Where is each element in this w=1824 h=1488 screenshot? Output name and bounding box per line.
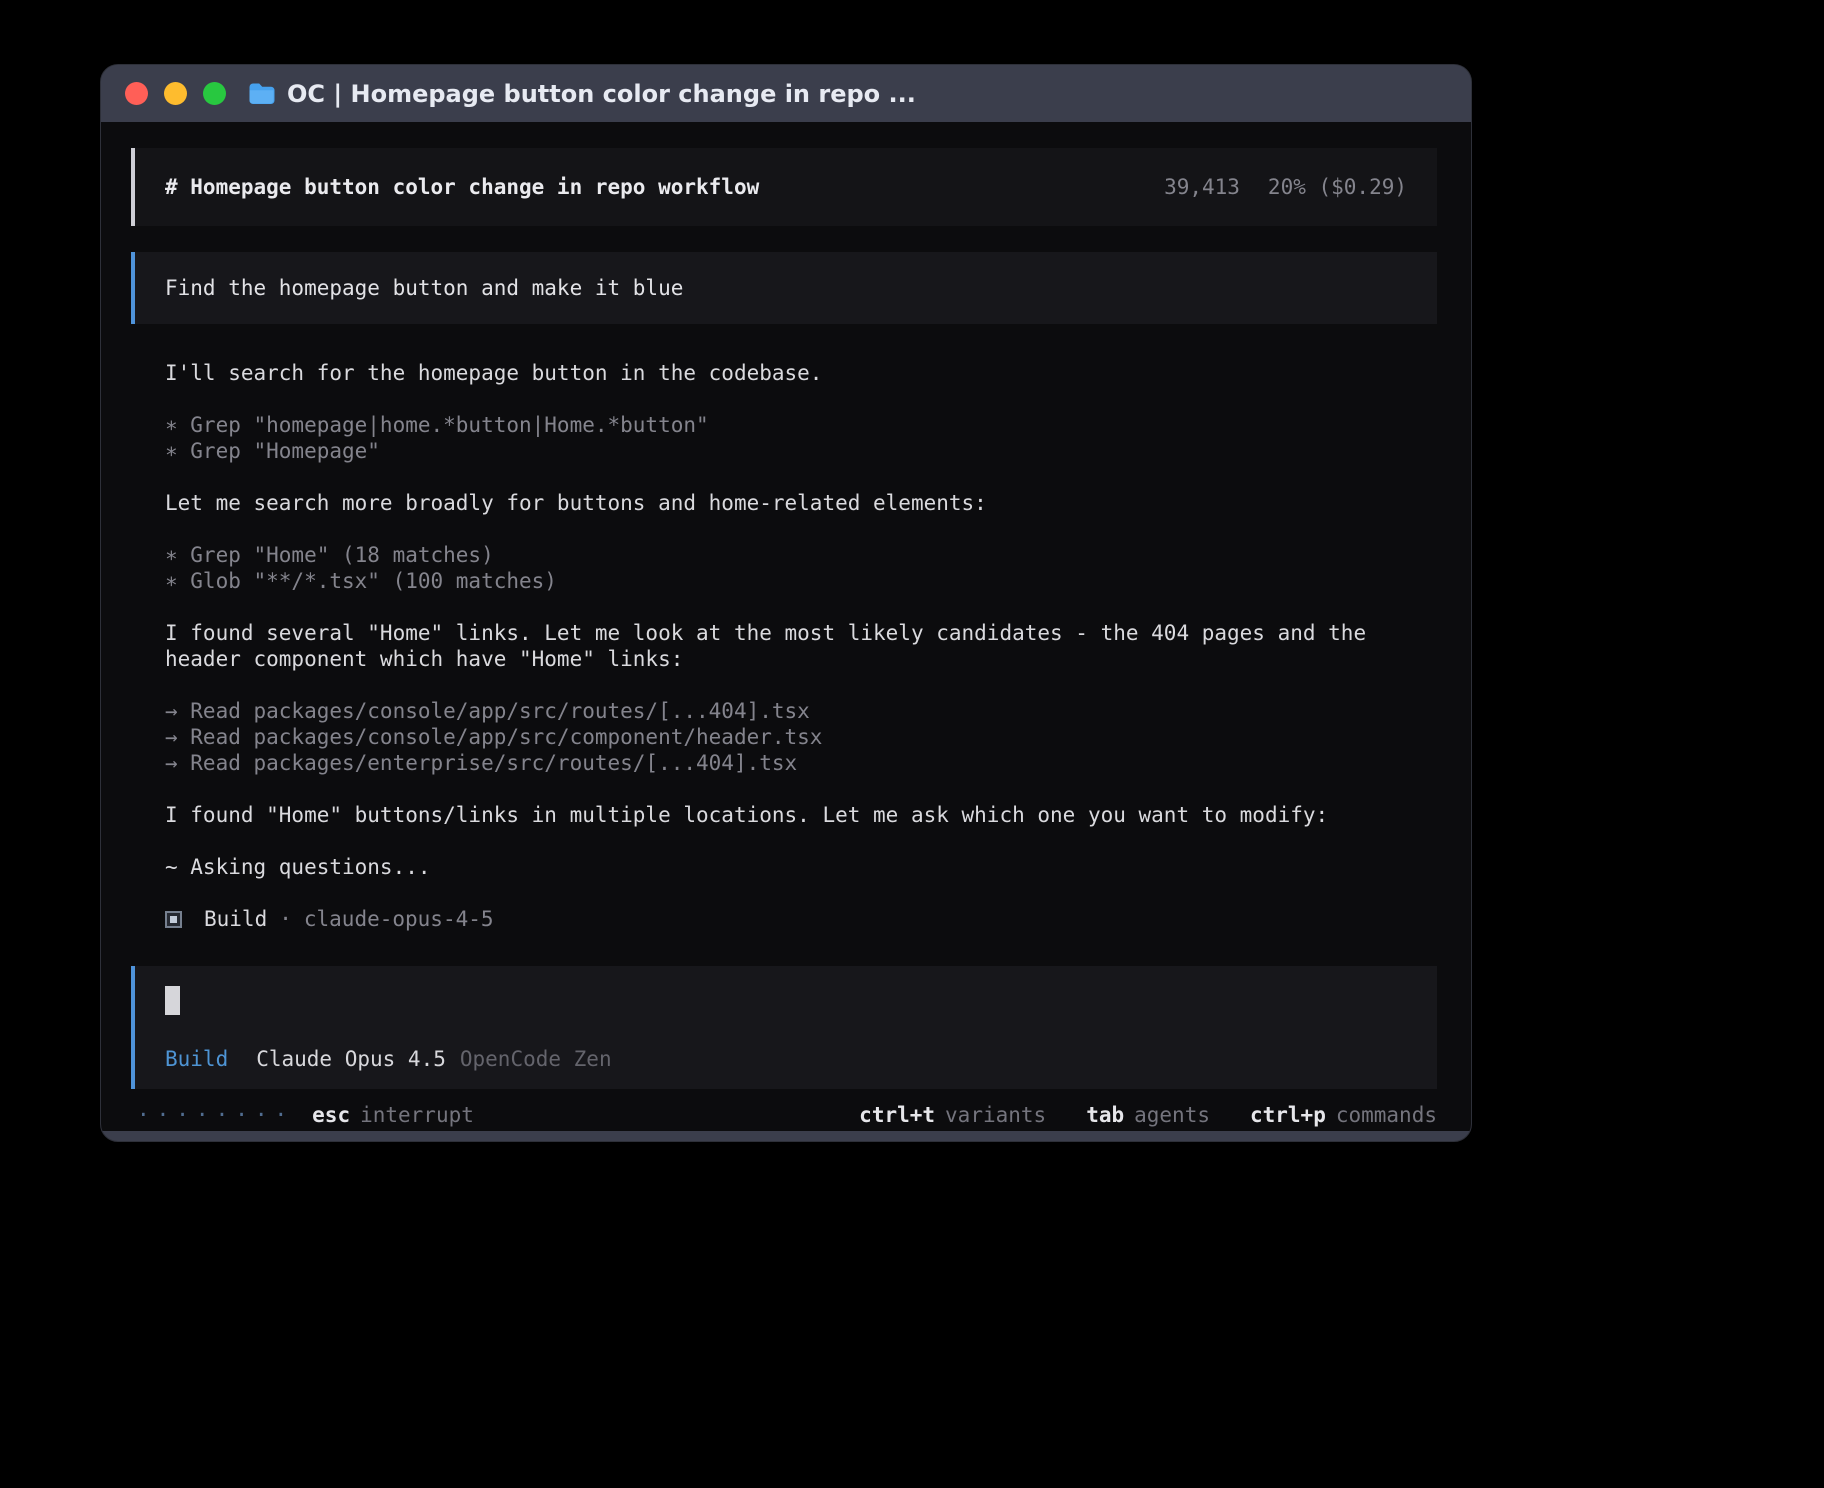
agent-model: claude-opus-4-5 xyxy=(304,906,494,932)
tool-call-group: → Read packages/console/app/src/routes/[… xyxy=(165,698,1437,776)
hint-label: commands xyxy=(1336,1102,1437,1128)
tool-call-read: → Read packages/enterprise/src/routes/[.… xyxy=(165,750,1437,776)
input-mode-label: Build xyxy=(165,1047,228,1071)
session-header: # Homepage button color change in repo w… xyxy=(131,148,1437,226)
user-message-text: Find the homepage button and make it blu… xyxy=(165,276,683,300)
hint-commands: ctrl+p commands xyxy=(1250,1102,1437,1128)
window-titlebar[interactable]: OC | Homepage button color change in rep… xyxy=(101,65,1471,122)
input-meta: Build Claude Opus 4.5 OpenCode Zen xyxy=(165,1047,1407,1071)
build-agent-square-icon xyxy=(165,911,182,928)
assistant-text: I'll search for the homepage button in t… xyxy=(165,360,1437,386)
conversation: I'll search for the homepage button in t… xyxy=(165,360,1437,880)
tool-call-read: → Read packages/console/app/src/routes/[… xyxy=(165,698,1437,724)
window-title: OC | Homepage button color change in rep… xyxy=(287,80,916,108)
tool-call-grep: ∗ Grep "Homepage" xyxy=(165,438,1437,464)
hint-variants: ctrl+t variants xyxy=(859,1102,1046,1128)
tool-call-grep: ∗ Grep "homepage|home.*button|Home.*butt… xyxy=(165,412,1437,438)
hint-label: interrupt xyxy=(360,1102,474,1128)
hint-agents: tab agents xyxy=(1086,1102,1210,1128)
status-bar-right: ctrl+t variants tab agents ctrl+p comman… xyxy=(859,1102,1437,1128)
input-model-label: Claude Opus 4.5 xyxy=(256,1047,446,1071)
hint-key: esc xyxy=(312,1102,350,1128)
user-message: Find the homepage button and make it blu… xyxy=(131,252,1437,324)
tool-call-grep: ∗ Grep "Home" (18 matches) xyxy=(165,542,1437,568)
hint-key: ctrl+p xyxy=(1250,1102,1326,1128)
token-count: 39,413 xyxy=(1164,175,1240,199)
terminal-window: OC | Homepage button color change in rep… xyxy=(100,64,1472,1142)
status-bar: ········ esc interrupt ctrl+t variants t… xyxy=(131,1102,1437,1128)
minimize-button[interactable] xyxy=(164,82,187,105)
hint-key: tab xyxy=(1086,1102,1124,1128)
session-title: # Homepage button color change in repo w… xyxy=(165,175,759,199)
agent-status-row: Build · claude-opus-4-5 xyxy=(165,906,1437,932)
prompt-input[interactable]: Build Claude Opus 4.5 OpenCode Zen xyxy=(131,966,1437,1089)
close-button[interactable] xyxy=(125,82,148,105)
assistant-text: I found several "Home" links. Let me loo… xyxy=(165,620,1437,672)
session-stats: 39,413 20% ($0.29) xyxy=(1164,175,1407,199)
spinner-dots-icon: ········ xyxy=(137,1102,294,1128)
hint-label: variants xyxy=(945,1102,1046,1128)
tool-call-glob: ∗ Glob "**/*.tsx" (100 matches) xyxy=(165,568,1437,594)
traffic-lights xyxy=(125,82,226,105)
tool-call-group: ∗ Grep "homepage|home.*button|Home.*butt… xyxy=(165,412,1437,464)
context-cost: 20% ($0.29) xyxy=(1268,175,1407,199)
hint-key: ctrl+t xyxy=(859,1102,935,1128)
text-cursor-block xyxy=(165,986,180,1015)
hint-interrupt: esc interrupt xyxy=(312,1102,474,1128)
zoom-button[interactable] xyxy=(203,82,226,105)
separator-dot: · xyxy=(279,906,292,932)
tool-call-read: → Read packages/console/app/src/componen… xyxy=(165,724,1437,750)
assistant-text: Let me search more broadly for buttons a… xyxy=(165,490,1437,516)
agent-name: Build xyxy=(204,906,267,932)
hint-label: agents xyxy=(1134,1102,1210,1128)
assistant-text: I found "Home" buttons/links in multiple… xyxy=(165,802,1437,828)
terminal-content: # Homepage button color change in repo w… xyxy=(101,122,1471,1131)
folder-icon xyxy=(248,82,275,105)
input-provider-label: OpenCode Zen xyxy=(460,1047,612,1071)
status-asking-questions: ~ Asking questions... xyxy=(165,854,1437,880)
tool-call-group: ∗ Grep "Home" (18 matches) ∗ Glob "**/*.… xyxy=(165,542,1437,594)
